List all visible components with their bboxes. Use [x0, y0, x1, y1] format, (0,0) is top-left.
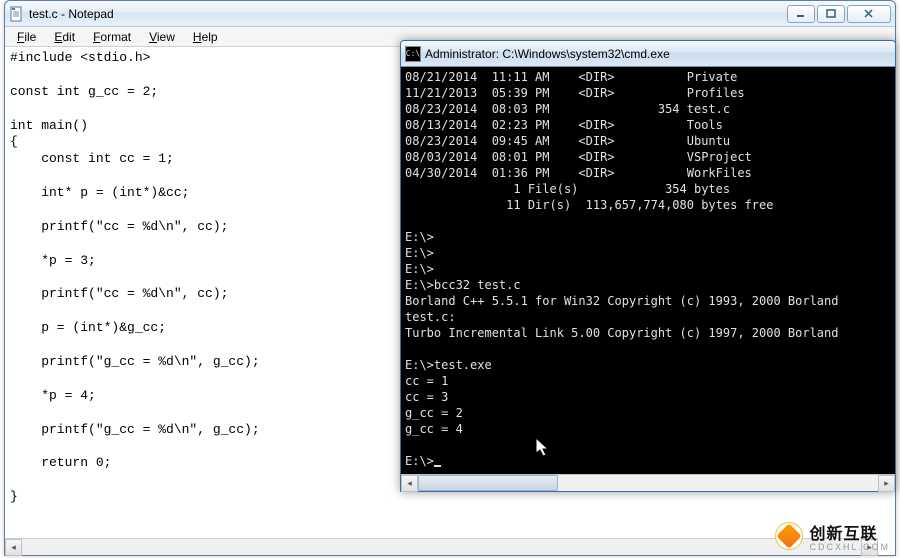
cmd-scroll-right-icon[interactable]: ▸ [878, 475, 895, 492]
cmd-scroll-left-icon[interactable]: ◂ [401, 475, 418, 492]
notepad-titlebar[interactable]: test.c - Notepad [5, 1, 895, 27]
cmd-scroll-thumb[interactable] [418, 475, 558, 491]
cmd-horizontal-scrollbar[interactable]: ◂ ▸ [401, 474, 895, 491]
notepad-icon [9, 6, 25, 22]
watermark-subtext: CDCXHL.COM [809, 542, 890, 552]
menu-view[interactable]: View [141, 28, 183, 46]
cmd-window: C:\ Administrator: C:\Windows\system32\c… [400, 40, 896, 492]
window-controls [787, 5, 891, 23]
notepad-horizontal-scrollbar[interactable]: ◂ ▸ [5, 538, 878, 555]
cmd-client[interactable]: 08/21/2014 11:11 AM <DIR> Private 11/21/… [401, 67, 895, 474]
notepad-title: test.c - Notepad [29, 7, 787, 21]
maximize-button[interactable] [817, 5, 845, 23]
cmd-icon: C:\ [405, 46, 421, 62]
cmd-title: Administrator: C:\Windows\system32\cmd.e… [425, 47, 891, 61]
menu-file[interactable]: File [9, 28, 44, 46]
scroll-left-icon[interactable]: ◂ [5, 539, 22, 556]
menu-help[interactable]: Help [185, 28, 226, 46]
cmd-titlebar[interactable]: C:\ Administrator: C:\Windows\system32\c… [401, 41, 895, 67]
cmd-output: 08/21/2014 11:11 AM <DIR> Private 11/21/… [401, 67, 895, 471]
cmd-cursor [434, 465, 441, 467]
menu-format[interactable]: Format [85, 28, 139, 46]
minimize-button[interactable] [787, 5, 815, 23]
scroll-track[interactable] [22, 539, 861, 555]
menu-edit[interactable]: Edit [46, 28, 83, 46]
watermark-logo-icon [775, 522, 803, 550]
watermark-text: 创新互联 [809, 526, 877, 543]
cmd-scroll-track[interactable] [418, 475, 878, 491]
watermark: 创新互联 CDCXHL.COM [775, 520, 890, 552]
close-button[interactable] [847, 5, 891, 23]
